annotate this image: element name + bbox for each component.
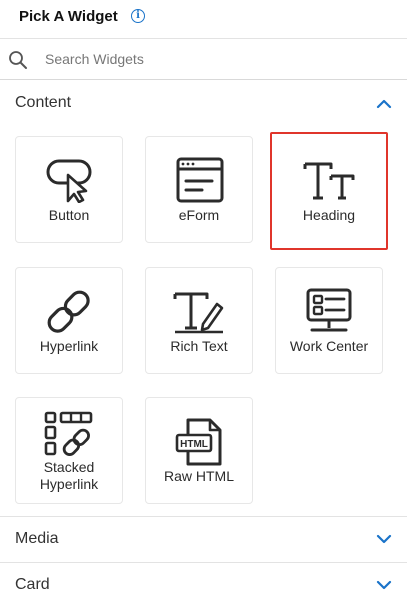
raw-html-icon-text: HTML [180,439,208,450]
widget-tile-button[interactable]: Button [15,136,123,243]
widget-tile-stacked-hyperlink[interactable]: Stacked Hyperlink [15,397,123,504]
tile-label-line2: Hyperlink [39,476,99,492]
widget-tile-hyperlink[interactable]: Hyperlink [15,267,123,374]
section-label: Media [15,530,59,547]
hyperlink-icon [47,290,90,333]
info-icon[interactable]: i [131,9,145,23]
page-title: Pick A Widget [19,8,118,25]
section-header-media[interactable]: Media [0,517,407,561]
section-label: Content [15,94,72,111]
heading-icon [303,162,355,200]
tile-label: Raw HTML [163,468,234,484]
raw-html-icon: HTML [175,418,222,466]
chevron-up-icon[interactable] [376,97,392,109]
chevron-down-icon[interactable] [376,533,392,545]
widget-tile-rich-text[interactable]: Rich Text [145,267,253,374]
tile-label: Button [48,207,90,223]
search-bar [0,39,407,80]
widget-tile-raw-html[interactable]: HTML Raw HTML [145,397,253,504]
eform-icon [176,157,224,203]
search-icon [9,51,27,69]
search-input[interactable] [45,49,385,69]
tile-label: Hyperlink [39,338,99,354]
panel-header: Pick A Widget i [0,0,407,39]
stacked-hyperlink-icon [44,411,93,456]
tile-label: eForm [178,207,220,223]
widget-tile-work-center[interactable]: Work Center [275,267,383,374]
widget-tile-heading[interactable]: Heading [270,132,388,250]
rich-text-icon [173,292,224,334]
work-center-icon [306,288,352,332]
chevron-down-icon[interactable] [376,579,392,591]
tile-label: Heading [302,207,356,223]
widget-tile-eform[interactable]: eForm [145,136,253,243]
section-label: Card [15,576,50,593]
tile-label: Rich Text [170,338,228,354]
section-header-content[interactable]: Content [0,81,407,125]
button-icon [46,159,92,203]
tile-label: Work Center [289,338,369,354]
tile-label: Stacked [43,459,95,475]
section-header-card[interactable]: Card [0,563,407,607]
